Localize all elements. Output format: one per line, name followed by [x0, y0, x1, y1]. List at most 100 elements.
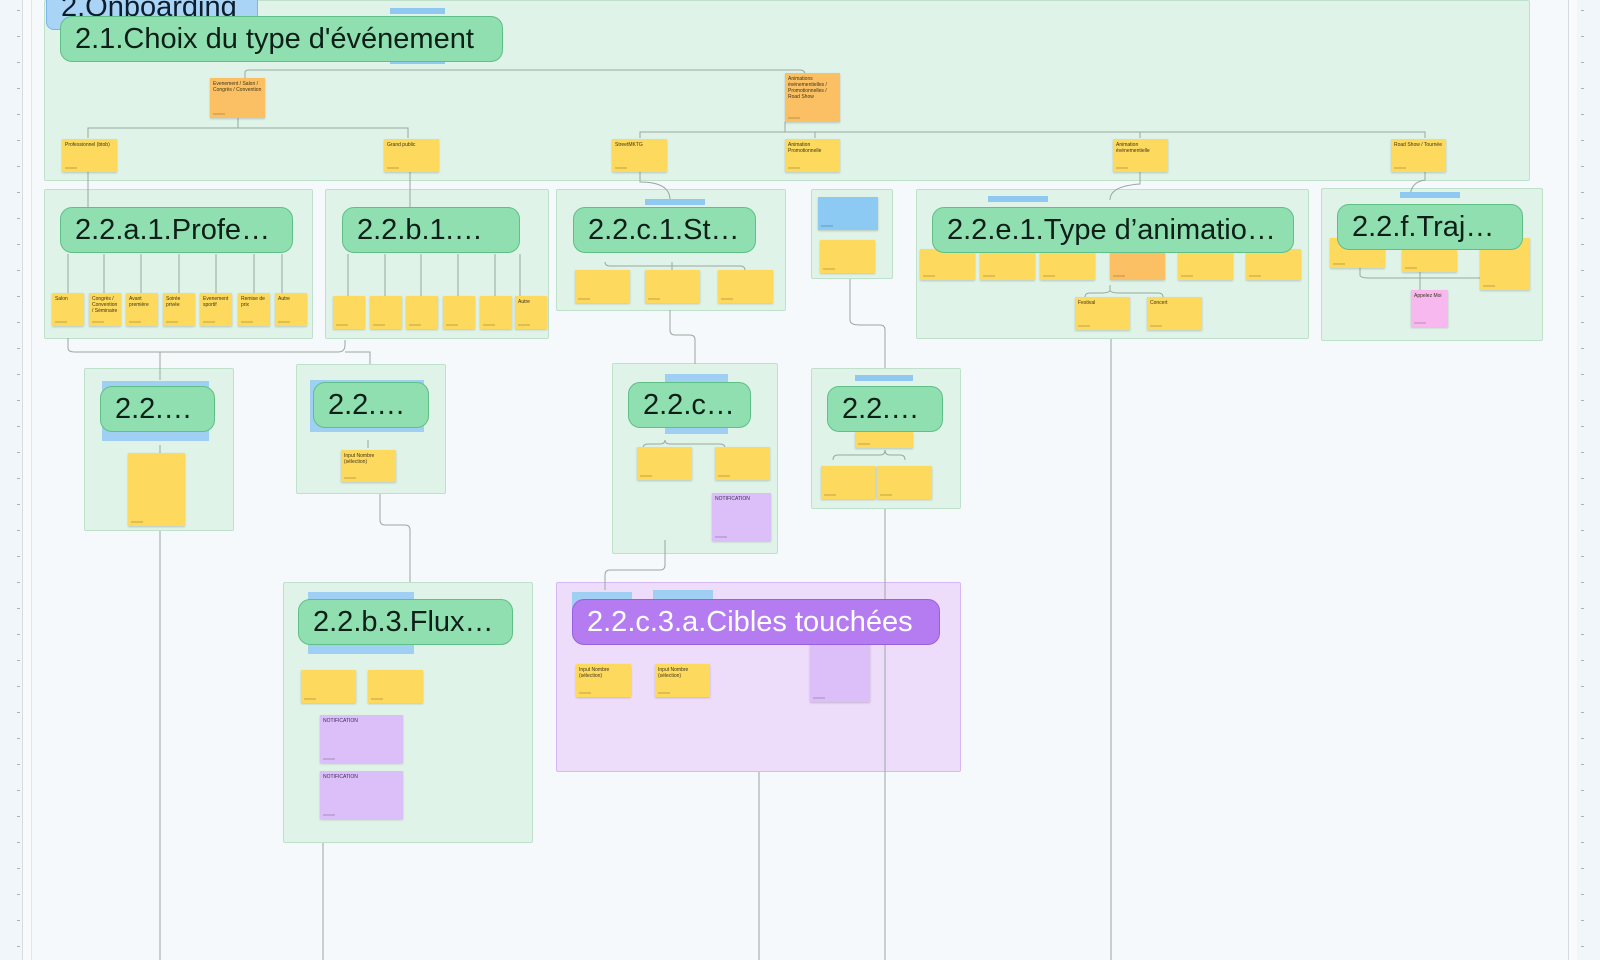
- sticky-cibles-notification[interactable]: [810, 640, 870, 702]
- sticky-concert[interactable]: Concert: [1147, 297, 1202, 330]
- sticky-author-mark: [241, 321, 253, 323]
- sticky-a2-input[interactable]: [128, 453, 185, 526]
- ruler-tick: [1581, 452, 1584, 453]
- frame-title-structure[interactable]: 2.2.c.1.Str…: [573, 207, 756, 253]
- sticky-flux-notification-2[interactable]: NOTIFICATION: [320, 771, 403, 819]
- sticky-gp-2[interactable]: [370, 296, 402, 329]
- sticky-author-mark: [323, 758, 335, 760]
- sticky-gp-salon[interactable]: [333, 296, 365, 329]
- ruler-tick: [17, 400, 20, 401]
- sticky-structure-2[interactable]: [645, 270, 700, 303]
- ruler-tick: [17, 556, 20, 557]
- sticky-trajet-2[interactable]: [1402, 250, 1457, 272]
- sticky-b2-input[interactable]: Input Nombre (sélection): [341, 450, 396, 482]
- frame-title-cibles[interactable]: 2.2.c.3.a.Cibles touchées: [572, 599, 940, 645]
- sticky-professionnel[interactable]: Professionnel (btob): [62, 139, 117, 172]
- sticky-remise-prix[interactable]: Remise de prix: [238, 293, 270, 326]
- frame-title-a2[interactable]: 2.2.a…: [100, 386, 215, 432]
- frame-title-event-type-choice[interactable]: 2.1.Choix du type d'événement: [60, 16, 503, 62]
- ruler-tick: [17, 88, 20, 89]
- sticky-author-mark: [813, 697, 825, 699]
- ruler-tick: [17, 712, 20, 713]
- sticky-c2-notification[interactable]: NOTIFICATION: [712, 493, 771, 541]
- ruler-tick: [17, 738, 20, 739]
- right-ruler: [1568, 0, 1584, 960]
- sticky-evenement-sportif[interactable]: Evenement sportif: [200, 293, 232, 326]
- sticky-gp-5[interactable]: [480, 296, 512, 329]
- sticky-anim-6[interactable]: [1246, 249, 1301, 280]
- frame-title-flux[interactable]: 2.2.b.3.Flux …: [298, 599, 513, 645]
- ruler-tick: [17, 218, 20, 219]
- ruler-tick: [1581, 166, 1584, 167]
- sticky-author-mark: [304, 698, 316, 700]
- frame-title-trajet[interactable]: 2.2.f.Traje…: [1337, 204, 1523, 250]
- sticky-anim-2[interactable]: [980, 249, 1035, 280]
- blue-label-bar: [855, 375, 913, 381]
- sticky-anim-3[interactable]: [1040, 249, 1095, 280]
- sticky-cibles-1[interactable]: Input Nombre (sélection): [576, 664, 631, 697]
- sticky-c2-non[interactable]: [715, 447, 770, 480]
- sticky-anim-5[interactable]: [1178, 249, 1233, 280]
- sticky-product-question[interactable]: [818, 197, 878, 230]
- ruler-tick: [1581, 582, 1584, 583]
- sticky-author-mark: [55, 321, 67, 323]
- sticky-soiree-privee[interactable]: Soirée privée: [163, 293, 195, 326]
- sticky-author-mark: [213, 113, 225, 115]
- sticky-evenement[interactable]: Evenement / Salon / Congrès / Convention: [210, 78, 265, 118]
- frame-title-c2[interactable]: 2.2.c.…: [628, 382, 751, 428]
- sticky-flux-1[interactable]: [301, 670, 356, 703]
- sticky-d2-1[interactable]: [821, 466, 876, 499]
- sticky-author-mark: [858, 443, 870, 445]
- sticky-author-mark: [1483, 285, 1495, 287]
- sticky-structure-1[interactable]: [575, 270, 630, 303]
- ruler-tick: [17, 270, 20, 271]
- frame-title-b2[interactable]: 2.2.b…: [313, 382, 429, 428]
- sticky-animation-promo[interactable]: Animation Promotionnelle: [785, 139, 840, 172]
- sticky-author-mark: [1414, 322, 1426, 324]
- ruler-tick: [1581, 296, 1584, 297]
- sticky-cibles-2[interactable]: Input Nombre (sélection): [655, 664, 710, 697]
- sticky-author-mark: [880, 494, 892, 496]
- sticky-avant-premiere[interactable]: Avant première: [126, 293, 158, 326]
- sticky-anim-4[interactable]: [1110, 249, 1165, 280]
- ruler-tick: [17, 166, 20, 167]
- ruler-tick: [1581, 894, 1584, 895]
- sticky-author-mark: [1249, 275, 1261, 277]
- sticky-product-answer[interactable]: [820, 240, 875, 273]
- sticky-appelez-moi[interactable]: Appelez Moi: [1411, 290, 1448, 327]
- sticky-d2-2[interactable]: [877, 466, 932, 499]
- ruler-tick: [17, 842, 20, 843]
- frame-title-d2[interactable]: 2.2.d…: [827, 386, 943, 432]
- sticky-c2-oui[interactable]: [637, 447, 692, 480]
- sticky-structure-3[interactable]: [718, 270, 773, 303]
- sticky-festival[interactable]: Festival: [1075, 297, 1130, 330]
- sticky-author-mark: [1333, 263, 1345, 265]
- sticky-salon[interactable]: Salon: [52, 293, 84, 326]
- sticky-congres[interactable]: Congrès / Convention / Séminaire: [89, 293, 121, 326]
- sticky-flux-2[interactable]: [368, 670, 423, 703]
- sticky-gp-autre[interactable]: Autre: [515, 296, 547, 329]
- sticky-animations[interactable]: Animations événementielles / Promotionne…: [785, 73, 840, 122]
- sticky-gp-3[interactable]: [406, 296, 438, 329]
- sticky-autre[interactable]: Autre: [275, 293, 307, 326]
- ruler-tick: [1581, 842, 1584, 843]
- ruler-tick: [17, 530, 20, 531]
- sticky-animation-evenementielle[interactable]: Animation événementielle: [1113, 139, 1168, 172]
- sticky-flux-notification-1[interactable]: NOTIFICATION: [320, 715, 403, 763]
- frame-title-grand-public[interactable]: 2.2.b.1.Gr…: [342, 207, 520, 253]
- ruler-tick: [1581, 114, 1584, 115]
- sticky-author-mark: [1113, 275, 1125, 277]
- sticky-streetmkg[interactable]: StreetMKTG: [612, 139, 667, 172]
- sticky-grand-public[interactable]: Grand public: [384, 139, 439, 172]
- ruler-tick: [1581, 322, 1584, 323]
- frame-title-animation-type[interactable]: 2.2.e.1.Type d’animatio…: [932, 207, 1294, 253]
- sticky-gp-4[interactable]: [443, 296, 475, 329]
- frame-title-professionnel[interactable]: 2.2.a.1.Profes…: [60, 207, 293, 253]
- sticky-d2-top[interactable]: [855, 432, 913, 448]
- sticky-anim-1[interactable]: [920, 249, 975, 280]
- sticky-author-mark: [371, 698, 383, 700]
- ruler-tick: [17, 504, 20, 505]
- sticky-road-show[interactable]: Road Show / Tournée: [1391, 139, 1446, 172]
- sticky-author-mark: [518, 324, 530, 326]
- ruler-tick: [17, 62, 20, 63]
